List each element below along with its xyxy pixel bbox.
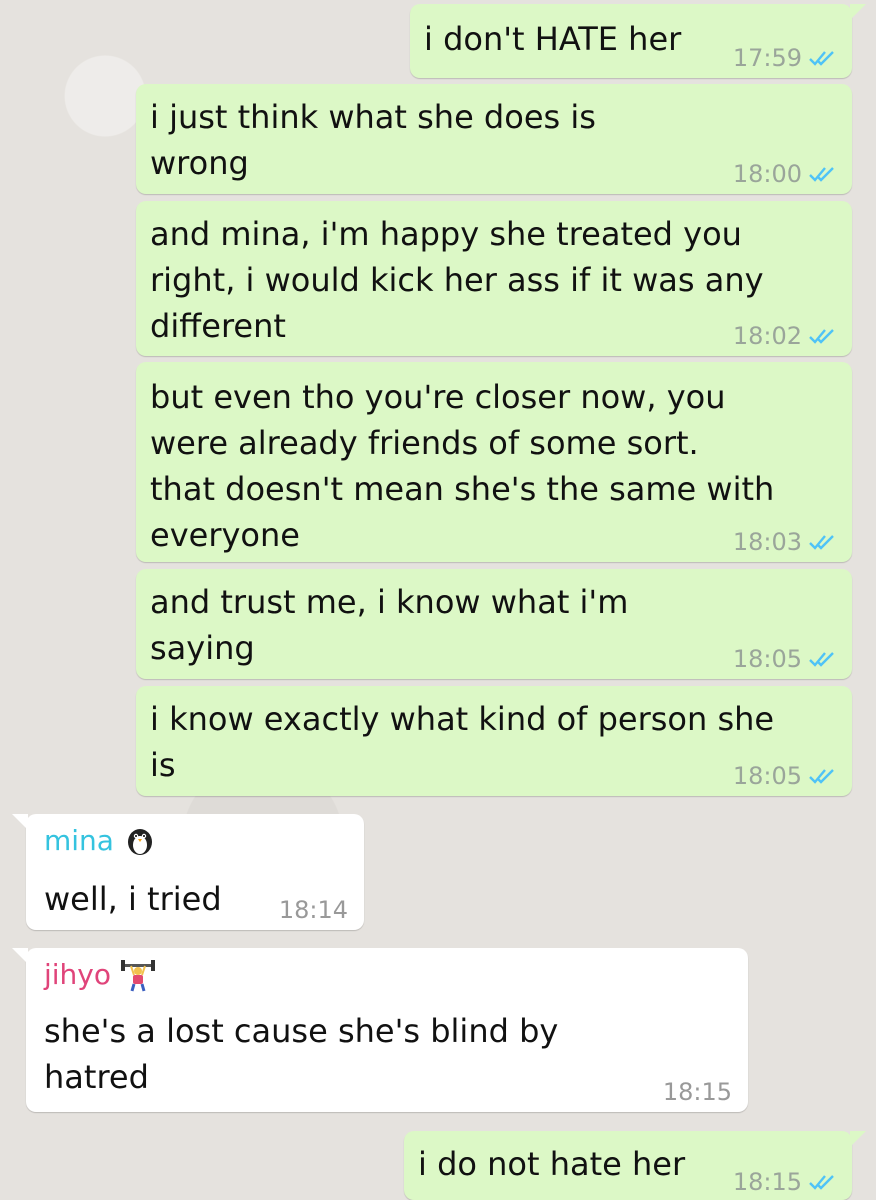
message-meta: 18:15 — [663, 1080, 732, 1104]
weightlifter-icon — [121, 960, 156, 992]
message-text: and trust me, i know what i'm saying — [150, 583, 629, 667]
message-meta: 17:59 — [733, 46, 836, 70]
outgoing-message[interactable]: i don't HATE her 17:59 — [410, 4, 866, 78]
message-time: 18:03 — [732, 528, 802, 556]
message-text: i just think what she does is wrong — [150, 98, 596, 182]
message-meta: 18:02 — [733, 324, 836, 348]
message-text: she's a lost cause she's blind by hatred — [44, 1012, 559, 1096]
message-meta: 18:03 — [733, 530, 836, 554]
message-text: i know exactly what kind of person she i… — [150, 700, 775, 784]
message-text: i do not hate her — [418, 1145, 686, 1183]
sender-row: jihyo — [44, 958, 156, 992]
read-ticks-icon — [809, 167, 834, 182]
read-ticks-icon — [809, 1175, 834, 1190]
message-time: 17:59 — [732, 44, 802, 72]
read-ticks-icon — [809, 652, 834, 667]
read-ticks-icon — [809, 535, 834, 550]
sender-row: mina — [44, 824, 156, 858]
message-text: i don't HATE her — [424, 20, 682, 58]
incoming-message[interactable]: mina well, i tried 18:14 — [12, 814, 364, 930]
incoming-message[interactable]: jihyo she's a lost cause she's blind by … — [12, 948, 748, 1112]
message-meta: 18:00 — [733, 162, 836, 186]
message-time: 18:05 — [732, 645, 802, 673]
message-time: 18:05 — [732, 762, 802, 790]
message-time: 18:02 — [732, 322, 802, 350]
bubble-tail — [12, 814, 28, 830]
outgoing-message[interactable]: and mina, i'm happy she treated you righ… — [136, 201, 852, 356]
bubble-tail — [12, 948, 28, 964]
outgoing-message[interactable]: i know exactly what kind of person she i… — [136, 686, 852, 796]
message-meta: 18:05 — [733, 647, 836, 671]
sender-name: mina — [44, 824, 114, 857]
message-time: 18:15 — [732, 1168, 802, 1196]
read-ticks-icon — [809, 329, 834, 344]
outgoing-message[interactable]: and trust me, i know what i'm saying 18:… — [136, 569, 852, 679]
message-meta: 18:14 — [279, 898, 348, 922]
message-time: 18:14 — [278, 896, 348, 924]
read-ticks-icon — [809, 769, 834, 784]
message-meta: 18:05 — [733, 764, 836, 788]
sender-name: jihyo — [44, 958, 112, 991]
read-ticks-icon — [809, 51, 834, 66]
bubble-tail — [850, 1131, 866, 1147]
message-meta: 18:15 — [733, 1170, 836, 1194]
outgoing-message[interactable]: but even tho you're closer now, you were… — [136, 362, 852, 562]
message-time: 18:15 — [662, 1078, 732, 1106]
outgoing-message[interactable]: i just think what she does is wrong 18:0… — [136, 84, 852, 194]
outgoing-message[interactable]: i do not hate her 18:15 — [404, 1131, 866, 1200]
penguin-icon — [127, 829, 152, 855]
message-text: well, i tried — [44, 880, 222, 918]
message-text: but even tho you're closer now, you were… — [150, 378, 775, 554]
message-text: and mina, i'm happy she treated you righ… — [150, 215, 764, 345]
bubble-tail — [850, 4, 866, 20]
message-time: 18:00 — [732, 160, 802, 188]
